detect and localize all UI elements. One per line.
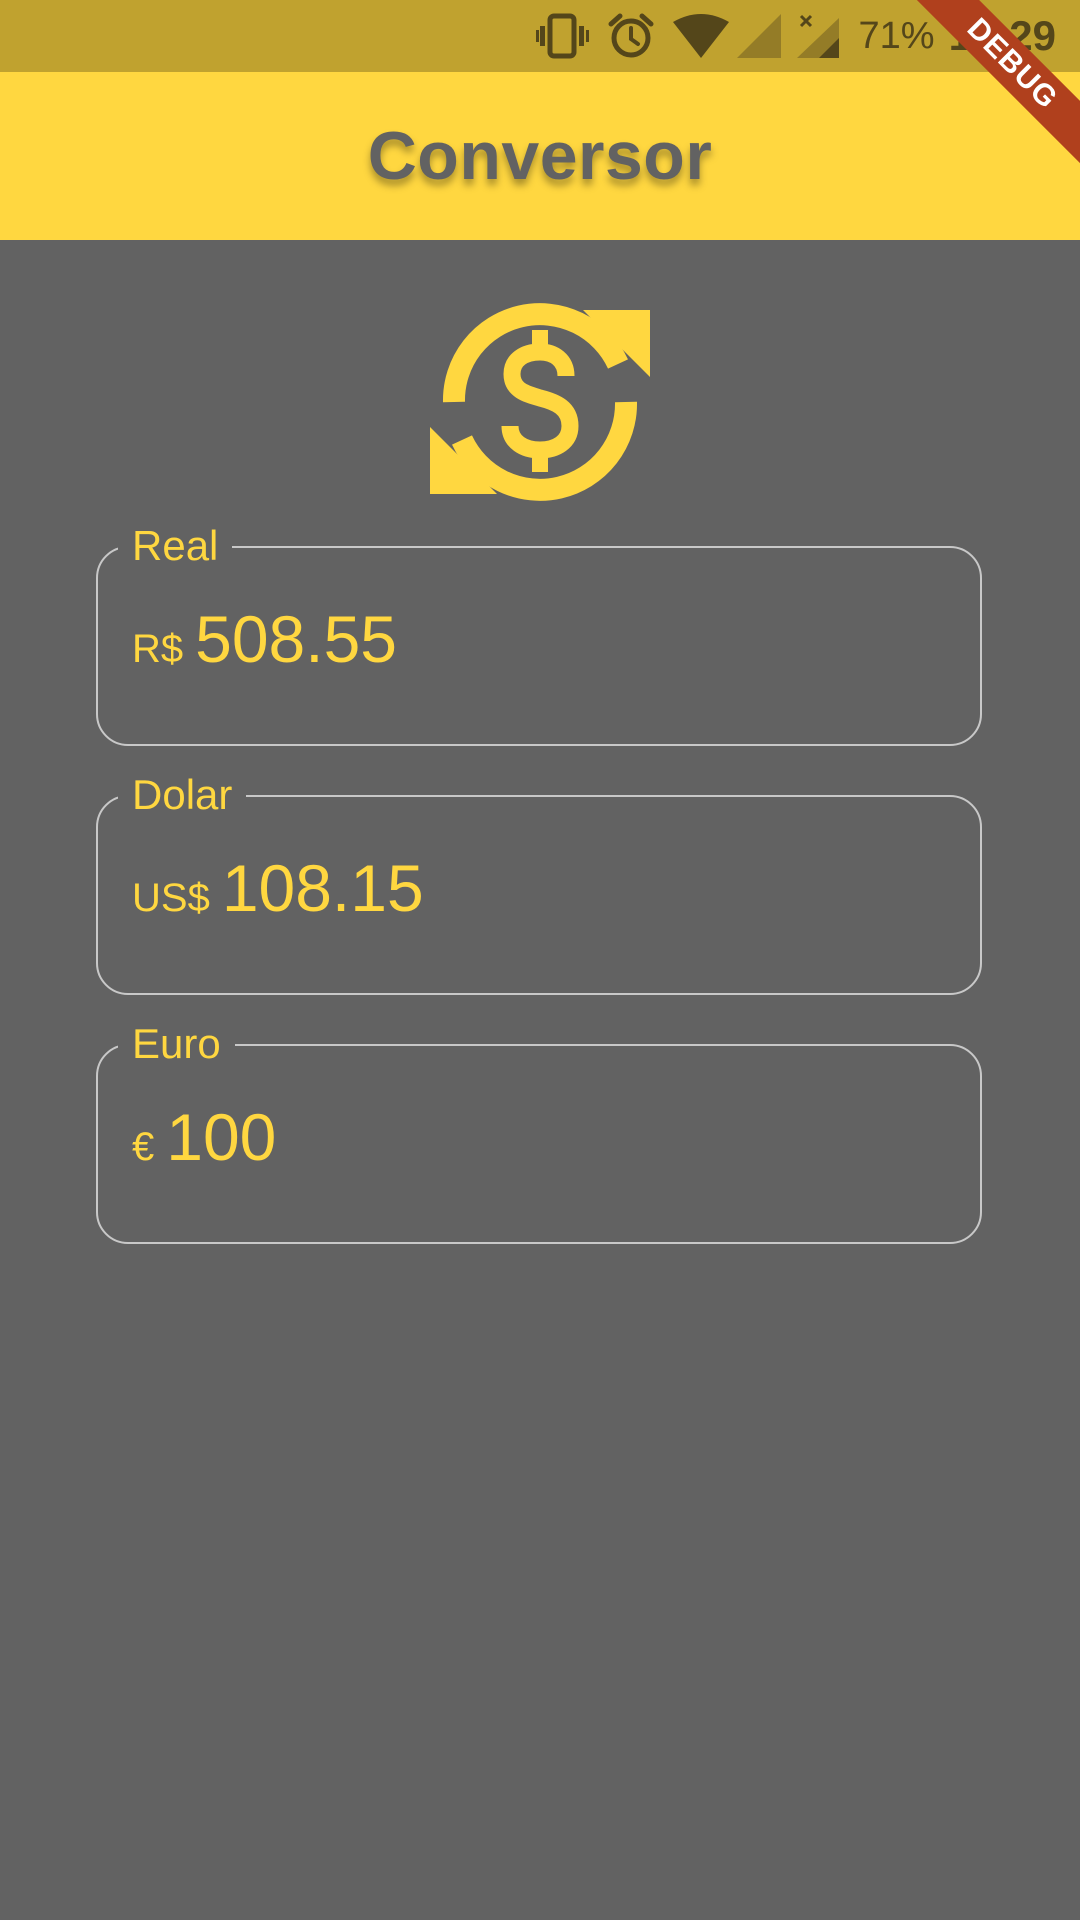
app-bar: Conversor — [0, 72, 1080, 240]
currency-exchange-icon — [428, 290, 652, 514]
clock: 10:29 — [948, 12, 1056, 59]
alarm-icon — [603, 12, 659, 60]
wifi-icon — [671, 12, 731, 60]
real-field-content: R$ — [132, 601, 796, 677]
euro-prefix: € — [132, 1125, 155, 1169]
real-input[interactable] — [195, 601, 796, 677]
signal-icon — [735, 12, 783, 60]
signal-no-data-icon — [791, 12, 843, 60]
real-field-label: Real — [118, 518, 233, 574]
dolar-field[interactable]: Dolar US$ — [96, 767, 982, 995]
dolar-field-label: Dolar — [118, 767, 247, 823]
euro-field-content: € — [132, 1099, 767, 1175]
status-bar: 71% 10:29 — [0, 0, 1080, 72]
euro-input[interactable] — [166, 1099, 767, 1175]
euro-field[interactable]: Euro € — [96, 1016, 982, 1244]
real-field[interactable]: Real R$ — [96, 518, 982, 746]
real-prefix: R$ — [132, 627, 184, 671]
status-icons: 71% 10:29 — [533, 0, 1080, 72]
dolar-input[interactable] — [221, 850, 822, 926]
app-screen: 71% 10:29 Conversor DEBUG Real R$ 508.55… — [0, 0, 1080, 1920]
dolar-field-content: US$ — [132, 850, 822, 926]
dolar-prefix: US$ — [132, 876, 210, 920]
page-title: Conversor — [367, 118, 713, 194]
battery-percent: 71% — [858, 14, 935, 57]
euro-field-label: Euro — [118, 1016, 235, 1072]
vibrate-icon — [533, 12, 593, 60]
